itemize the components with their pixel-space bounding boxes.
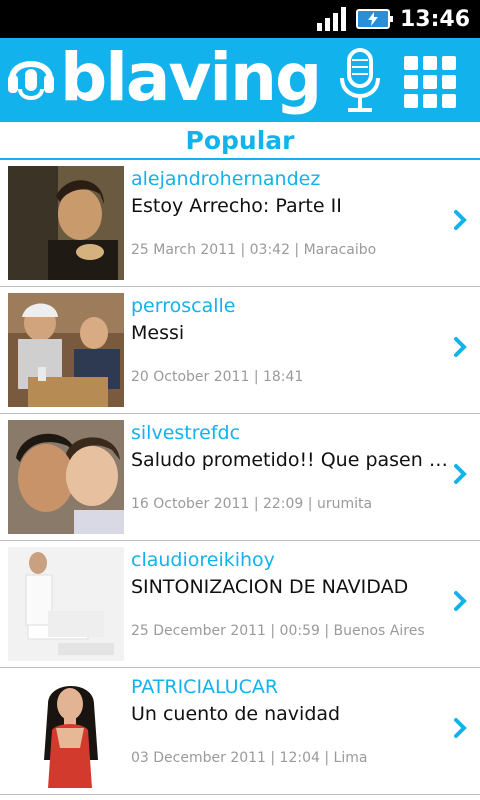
list-item[interactable]: PATRICIALUCAR Un cuento de navidad 03 De…: [0, 668, 480, 795]
list-item[interactable]: silvestrefdc Saludo prometido!! Que pase…: [0, 414, 480, 541]
item-username[interactable]: PATRICIALUCAR: [131, 676, 278, 698]
thumbnail-image: [8, 674, 124, 788]
chevron-right-icon: [454, 718, 467, 738]
thumbnail-image: [8, 420, 124, 534]
signal-icon: [316, 7, 346, 31]
item-username[interactable]: alejandrohernandez: [131, 168, 320, 190]
grid-menu-icon: [404, 56, 418, 70]
record-button[interactable]: [338, 48, 382, 114]
item-meta: 25 March 2011 | 03:42 | Maracaibo: [131, 242, 377, 258]
brand-logo[interactable]: blaving: [6, 39, 322, 116]
item-title: Estoy Arrecho: Parte II: [131, 195, 342, 217]
item-title: Messi: [131, 322, 185, 344]
thumbnail-image: [8, 293, 124, 407]
item-username[interactable]: claudioreikihoy: [131, 549, 275, 571]
app-header: blaving: [0, 38, 480, 122]
item-meta: 20 October 2011 | 18:41: [131, 369, 304, 385]
item-username[interactable]: silvestrefdc: [131, 422, 240, 444]
headphones-icon: [8, 61, 54, 100]
chevron-right-icon: [454, 337, 467, 357]
battery-icon: [355, 9, 393, 29]
item-meta: 03 December 2011 | 12:04 | Lima: [131, 750, 368, 766]
item-meta: 16 October 2011 | 22:09 | urumita: [131, 496, 373, 512]
brand-name: blaving: [60, 39, 322, 116]
thumbnail-image: [8, 166, 124, 280]
item-username[interactable]: perroscalle: [131, 295, 235, 317]
chevron-right-icon: [454, 210, 467, 230]
popular-list: alejandrohernandez Estoy Arrecho: Parte …: [0, 160, 480, 795]
chevron-right-icon: [454, 591, 467, 611]
microphone-icon: [340, 48, 380, 112]
list-item[interactable]: alejandrohernandez Estoy Arrecho: Parte …: [0, 160, 480, 287]
clock: 13:46: [399, 6, 470, 32]
grid-menu-button[interactable]: [404, 56, 462, 108]
item-title: Un cuento de navidad: [131, 703, 341, 725]
item-meta: 25 December 2011 | 00:59 | Buenos Aires: [131, 623, 425, 639]
status-bar: 13:46: [0, 0, 480, 38]
item-title: Saludo prometido!! Que pasen F...: [131, 449, 449, 471]
thumbnail-image: [8, 547, 124, 661]
chevron-right-icon: [454, 464, 467, 484]
item-title: SINTONIZACION DE NAVIDAD: [131, 576, 409, 598]
section-title: Popular: [0, 122, 480, 160]
list-item[interactable]: claudioreikihoy SINTONIZACION DE NAVIDAD…: [0, 541, 480, 668]
list-item[interactable]: perroscalle Messi 20 October 2011 | 18:4…: [0, 287, 480, 414]
